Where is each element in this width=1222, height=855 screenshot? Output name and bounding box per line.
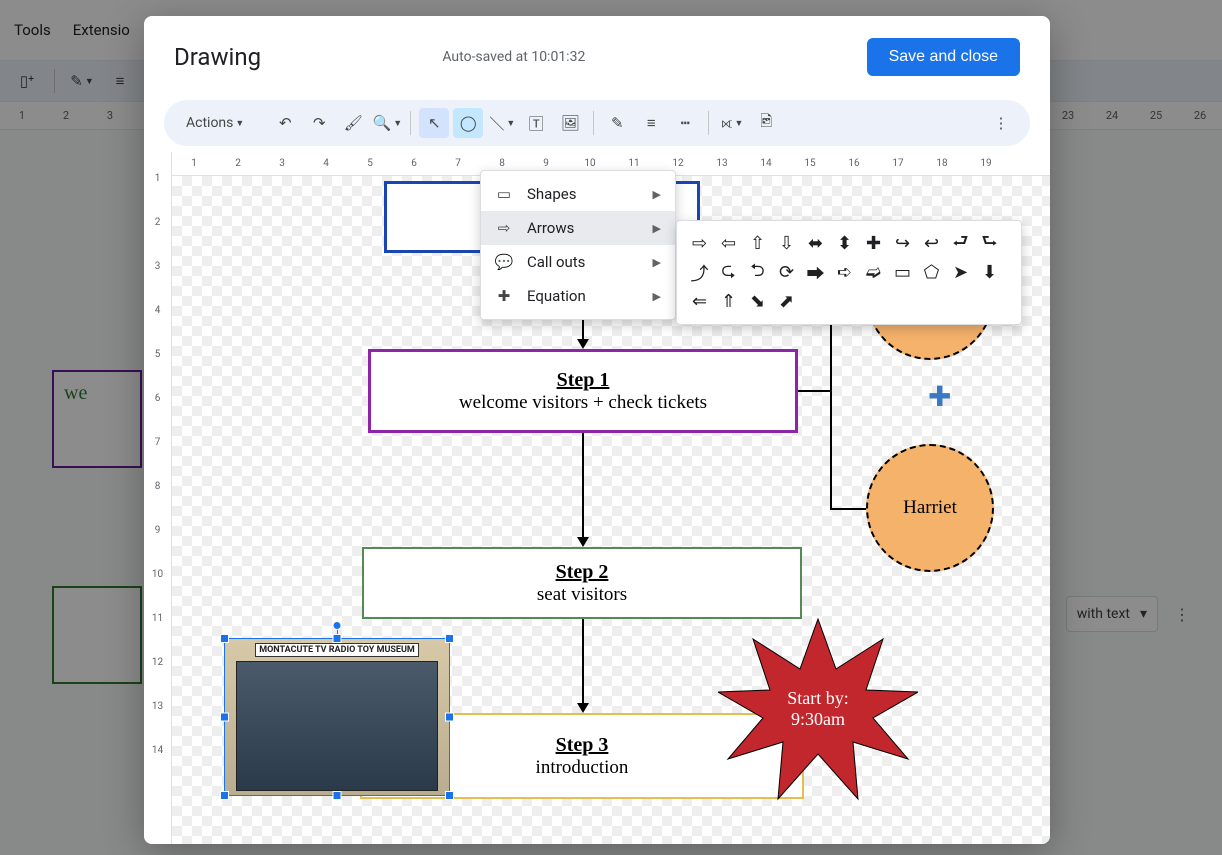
connector-arrow-2[interactable] — [582, 433, 584, 541]
shape-step-1[interactable]: Step 1 welcome visitors + check tickets — [368, 349, 798, 433]
paint-format-icon[interactable]: 🖌 — [338, 108, 368, 138]
rotate-handle[interactable] — [333, 621, 342, 630]
border-weight-icon[interactable]: ≡ — [636, 108, 666, 138]
star-line2: 9:30am — [791, 709, 845, 730]
arrow-shape-option[interactable]: ⮑ — [977, 231, 1002, 256]
autosave-status: Auto-saved at 10:01:32 — [442, 49, 585, 65]
circle-harriet-label: Harriet — [903, 497, 957, 519]
arrow-shape-option[interactable]: ⮎ — [716, 260, 741, 285]
arrow-shape-option[interactable]: ⤴ — [687, 260, 712, 285]
arrow-shape-option[interactable]: ⬇ — [977, 260, 1002, 285]
submenu-arrow-icon: ▶ — [653, 222, 661, 235]
arrow-shape-option[interactable]: ⬌ — [803, 231, 828, 256]
arrow-shape-option[interactable]: ↪ — [890, 231, 915, 256]
arrow-shape-option[interactable]: ⇑ — [716, 289, 741, 314]
resize-handle-se[interactable] — [445, 791, 454, 800]
resize-handle-e[interactable] — [445, 713, 454, 722]
connector-to-circle2[interactable] — [830, 508, 870, 510]
shapes-icon: ▭ — [495, 185, 513, 203]
shape-dropdown-menu: ▭ Shapes ▶ ⇨ Arrows ▶ 💬 Call outs ▶ ✚ Eq… — [480, 170, 676, 320]
resize-handle-w[interactable] — [220, 713, 229, 722]
resize-handle-ne[interactable] — [445, 634, 454, 643]
shape-starburst[interactable]: Start by: 9:30am — [718, 614, 918, 804]
step3-heading: Step 3 — [556, 734, 609, 757]
border-dash-icon[interactable]: ┅ — [670, 108, 700, 138]
redo-icon[interactable]: ↷ — [304, 108, 334, 138]
arrow-shape-option[interactable]: ↩ — [919, 231, 944, 256]
border-color-icon[interactable]: ✎ — [602, 108, 632, 138]
step2-heading: Step 2 — [556, 561, 609, 584]
arrow-shape-option[interactable]: ⮌ — [745, 260, 770, 285]
step1-text: welcome visitors + check tickets — [459, 392, 707, 414]
resize-handle-n[interactable] — [333, 634, 342, 643]
shape-step-2[interactable]: Step 2 seat visitors — [362, 547, 802, 619]
textbox-icon[interactable]: 🅃 — [521, 108, 551, 138]
arrow-shape-option[interactable]: ➪ — [832, 260, 857, 285]
arrow-shape-option[interactable]: ⇦ — [716, 231, 741, 256]
save-and-close-button[interactable]: Save and close — [867, 38, 1020, 76]
resize-handle-sw[interactable] — [220, 791, 229, 800]
star-line1: Start by: — [787, 688, 849, 709]
step2-text: seat visitors — [537, 584, 627, 606]
arrows-submenu: ⇨ ⇦ ⇧ ⇩ ⬌ ⬍ ✚ ↪ ↩ ⮐ ⮑ ⤴ ⮎ ⮌ ⟳ ⮕ ➪ ➫ ▭ ⬠ … — [676, 220, 1022, 325]
submenu-arrow-icon: ▶ — [653, 188, 661, 201]
arrow-shape-option[interactable]: ⬠ — [919, 260, 944, 285]
arrow-shape-option[interactable]: ➤ — [948, 260, 973, 285]
arrow-shape-option[interactable]: ⇨ — [687, 231, 712, 256]
menu-shapes[interactable]: ▭ Shapes ▶ — [481, 177, 675, 211]
arrow-shape-option[interactable]: ⮐ — [948, 231, 973, 256]
image-icon[interactable]: 🖼 — [555, 108, 585, 138]
submenu-arrow-icon: ▶ — [653, 290, 661, 303]
selected-image[interactable]: MONTACUTE TV RADIO TOY MUSEUM — [224, 638, 450, 796]
arrow-shape-option[interactable]: ⟳ — [774, 260, 799, 285]
step3-text: introduction — [536, 757, 629, 779]
arrows-icon: ⇨ — [495, 219, 513, 237]
menu-equation[interactable]: ✚ Equation ▶ — [481, 279, 675, 313]
arrow-shape-option[interactable]: ⇐ — [687, 289, 712, 314]
arrow-shape-option[interactable]: ⬊ — [745, 289, 770, 314]
image-placeholder: MONTACUTE TV RADIO TOY MUSEUM — [225, 639, 449, 795]
crop-icon[interactable]: ⟖▼ — [717, 108, 747, 138]
line-tool-icon[interactable]: ＼▼ — [487, 108, 517, 138]
drawing-toolbar: Actions▼ ↶ ↷ 🖌 🔍▼ ↖ ◯ ＼▼ 🅃 🖼 ✎ ≡ ┅ ⟖▼ 🖻 … — [164, 100, 1030, 146]
arrow-shape-option[interactable]: ⬍ — [832, 231, 857, 256]
dialog-header: Drawing Auto-saved at 10:01:32 Save and … — [144, 16, 1050, 86]
submenu-arrow-icon: ▶ — [653, 256, 661, 269]
arrow-shape-option[interactable]: ⮕ — [803, 260, 828, 285]
arrow-shape-option[interactable]: ⬈ — [774, 289, 799, 314]
equation-icon: ✚ — [495, 287, 513, 305]
arrow-shape-option[interactable]: ✚ — [861, 231, 886, 256]
step1-heading: Step 1 — [557, 369, 610, 392]
arrow-shape-option[interactable]: ▭ — [890, 260, 915, 285]
drawing-dialog: Drawing Auto-saved at 10:01:32 Save and … — [144, 16, 1050, 844]
ruler-vertical: 123 456 789 101112 1314 — [144, 152, 172, 844]
resize-handle-s[interactable] — [333, 791, 342, 800]
arrow-shape-option[interactable]: ⇧ — [745, 231, 770, 256]
shape-tool-icon[interactable]: ◯ — [453, 108, 483, 138]
menu-arrows[interactable]: ⇨ Arrows ▶ — [481, 211, 675, 245]
callouts-icon: 💬 — [495, 253, 513, 271]
resize-handle-nw[interactable] — [220, 634, 229, 643]
undo-icon[interactable]: ↶ — [270, 108, 300, 138]
dialog-title: Drawing — [174, 43, 261, 71]
plus-connector-icon[interactable]: ✚ — [928, 380, 951, 413]
actions-menu[interactable]: Actions▼ — [178, 108, 252, 138]
reset-image-icon[interactable]: 🖻 — [751, 108, 781, 138]
arrow-shape-option[interactable]: ➫ — [861, 260, 886, 285]
more-icon[interactable]: ⋮ — [986, 108, 1016, 138]
image-caption: MONTACUTE TV RADIO TOY MUSEUM — [255, 643, 419, 657]
shape-circle-harriet[interactable]: Harriet — [866, 444, 994, 572]
zoom-icon[interactable]: 🔍▼ — [372, 108, 402, 138]
arrow-shape-option[interactable]: ⇩ — [774, 231, 799, 256]
connector-right-h[interactable] — [798, 390, 832, 392]
menu-callouts[interactable]: 💬 Call outs ▶ — [481, 245, 675, 279]
select-tool-icon[interactable]: ↖ — [419, 108, 449, 138]
connector-arrow-3[interactable] — [582, 619, 584, 707]
